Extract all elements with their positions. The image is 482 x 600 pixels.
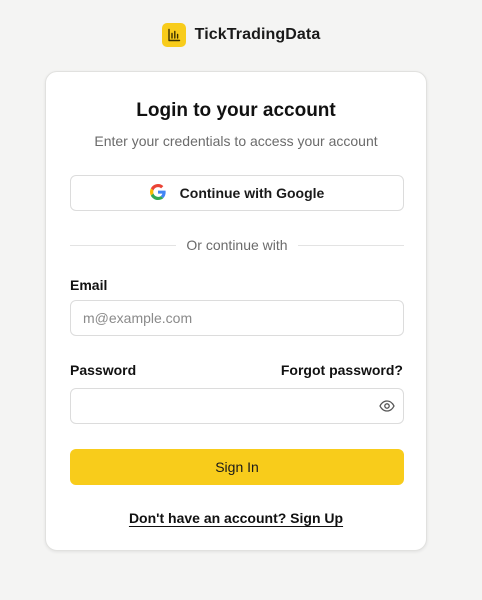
divider-text: Or continue with bbox=[186, 237, 288, 253]
divider-line-right bbox=[297, 244, 405, 246]
sign-in-button[interactable]: Sign In bbox=[70, 449, 404, 485]
sign-up-link[interactable]: Don't have an account? Sign Up bbox=[129, 510, 343, 526]
signup-prompt: Don't have an account? Sign Up bbox=[46, 510, 426, 526]
divider: Or continue with bbox=[70, 236, 405, 254]
divider-line-left bbox=[70, 244, 177, 246]
page-subtitle: Enter your credentials to access your ac… bbox=[94, 133, 378, 149]
password-field[interactable] bbox=[70, 388, 404, 424]
bar-chart-icon bbox=[161, 23, 186, 47]
email-label: Email bbox=[70, 277, 108, 293]
email-field[interactable] bbox=[70, 300, 404, 336]
brand-name: TickTradingData bbox=[194, 26, 321, 43]
login-card: Login to your account Enter your credent… bbox=[45, 71, 427, 551]
eye-icon[interactable] bbox=[378, 398, 396, 414]
forgot-password-link[interactable]: Forgot password? bbox=[281, 362, 403, 378]
password-label: Password bbox=[70, 362, 137, 378]
page-title: Login to your account bbox=[136, 100, 336, 121]
brand-header: TickTradingData bbox=[0, 23, 482, 47]
google-icon bbox=[149, 183, 166, 203]
google-button-label: Continue with Google bbox=[179, 185, 325, 201]
continue-with-google-button[interactable]: Continue with Google bbox=[70, 175, 404, 211]
